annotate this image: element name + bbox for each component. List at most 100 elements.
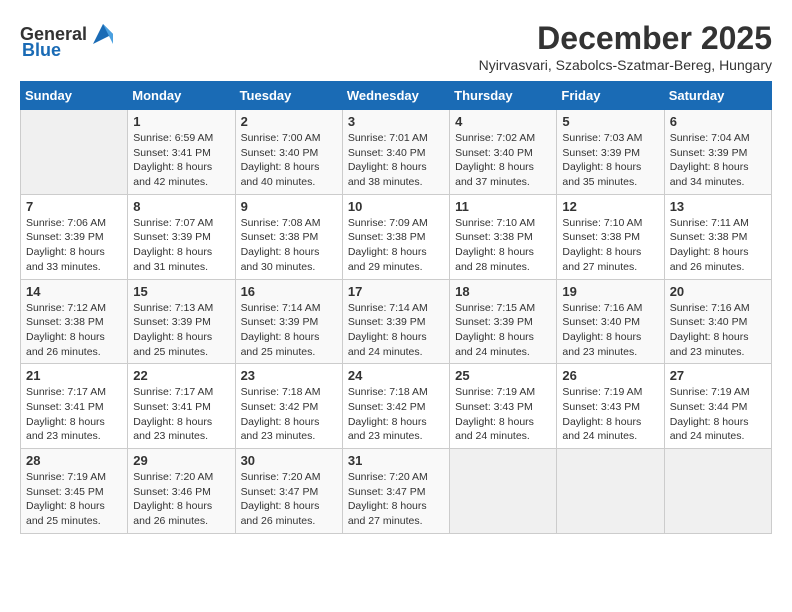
cell-content: Sunrise: 7:17 AM Sunset: 3:41 PM Dayligh… — [26, 385, 122, 444]
calendar-cell: 18 Sunrise: 7:15 AM Sunset: 3:39 PM Dayli… — [450, 279, 557, 364]
cell-content: Sunrise: 6:59 AM Sunset: 3:41 PM Dayligh… — [133, 131, 229, 190]
day-number: 21 — [26, 368, 122, 383]
cell-content: Sunrise: 7:01 AM Sunset: 3:40 PM Dayligh… — [348, 131, 444, 190]
day-number: 11 — [455, 199, 551, 214]
calendar-cell: 14 Sunrise: 7:12 AM Sunset: 3:38 PM Dayli… — [21, 279, 128, 364]
day-number: 31 — [348, 453, 444, 468]
cell-content: Sunrise: 7:04 AM Sunset: 3:39 PM Dayligh… — [670, 131, 766, 190]
calendar-cell: 10 Sunrise: 7:09 AM Sunset: 3:38 PM Dayli… — [342, 194, 449, 279]
cell-content: Sunrise: 7:10 AM Sunset: 3:38 PM Dayligh… — [455, 216, 551, 275]
day-number: 6 — [670, 114, 766, 129]
day-number: 5 — [562, 114, 658, 129]
day-header-tuesday: Tuesday — [235, 82, 342, 110]
calendar-header-row: SundayMondayTuesdayWednesdayThursdayFrid… — [21, 82, 772, 110]
day-number: 1 — [133, 114, 229, 129]
cell-content: Sunrise: 7:20 AM Sunset: 3:46 PM Dayligh… — [133, 470, 229, 529]
calendar-cell: 2Sunrise: 7:00 AM Sunset: 3:40 PM Daylig… — [235, 110, 342, 195]
calendar-cell: 31 Sunrise: 7:20 AM Sunset: 3:47 PM Dayli… — [342, 449, 449, 534]
cell-content: Sunrise: 7:06 AM Sunset: 3:39 PM Dayligh… — [26, 216, 122, 275]
cell-content: Sunrise: 7:11 AM Sunset: 3:38 PM Dayligh… — [670, 216, 766, 275]
day-number: 20 — [670, 284, 766, 299]
day-number: 13 — [670, 199, 766, 214]
calendar-cell: 12Sunrise: 7:10 AM Sunset: 3:38 PM Dayli… — [557, 194, 664, 279]
calendar-cell: 29 Sunrise: 7:20 AM Sunset: 3:46 PM Dayli… — [128, 449, 235, 534]
week-row-5: 28 Sunrise: 7:19 AM Sunset: 3:45 PM Dayli… — [21, 449, 772, 534]
calendar-cell: 21 Sunrise: 7:17 AM Sunset: 3:41 PM Dayli… — [21, 364, 128, 449]
day-number: 28 — [26, 453, 122, 468]
day-header-thursday: Thursday — [450, 82, 557, 110]
week-row-4: 21 Sunrise: 7:17 AM Sunset: 3:41 PM Dayli… — [21, 364, 772, 449]
cell-content: Sunrise: 7:03 AM Sunset: 3:39 PM Dayligh… — [562, 131, 658, 190]
page-header: General Blue December 2025 Nyirvasvari, … — [20, 20, 772, 73]
cell-content: Sunrise: 7:19 AM Sunset: 3:45 PM Dayligh… — [26, 470, 122, 529]
day-number: 30 — [241, 453, 337, 468]
day-number: 17 — [348, 284, 444, 299]
calendar-cell: 15Sunrise: 7:13 AM Sunset: 3:39 PM Dayli… — [128, 279, 235, 364]
calendar-cell: 19 Sunrise: 7:16 AM Sunset: 3:40 PM Dayli… — [557, 279, 664, 364]
day-header-monday: Monday — [128, 82, 235, 110]
day-number: 4 — [455, 114, 551, 129]
calendar-cell: 23 Sunrise: 7:18 AM Sunset: 3:42 PM Dayli… — [235, 364, 342, 449]
day-number: 10 — [348, 199, 444, 214]
day-number: 18 — [455, 284, 551, 299]
day-number: 25 — [455, 368, 551, 383]
cell-content: Sunrise: 7:14 AM Sunset: 3:39 PM Dayligh… — [348, 301, 444, 360]
week-row-3: 14 Sunrise: 7:12 AM Sunset: 3:38 PM Dayli… — [21, 279, 772, 364]
calendar-cell: 8Sunrise: 7:07 AM Sunset: 3:39 PM Daylig… — [128, 194, 235, 279]
day-number: 27 — [670, 368, 766, 383]
day-header-wednesday: Wednesday — [342, 82, 449, 110]
cell-content: Sunrise: 7:20 AM Sunset: 3:47 PM Dayligh… — [348, 470, 444, 529]
location-title: Nyirvasvari, Szabolcs-Szatmar-Bereg, Hun… — [479, 57, 772, 73]
logo-icon — [89, 20, 117, 48]
calendar-cell: 1 Sunrise: 6:59 AM Sunset: 3:41 PM Daylig… — [128, 110, 235, 195]
day-number: 19 — [562, 284, 658, 299]
calendar-cell: 5 Sunrise: 7:03 AM Sunset: 3:39 PM Daylig… — [557, 110, 664, 195]
day-number: 14 — [26, 284, 122, 299]
calendar-cell: 16Sunrise: 7:14 AM Sunset: 3:39 PM Dayli… — [235, 279, 342, 364]
cell-content: Sunrise: 7:02 AM Sunset: 3:40 PM Dayligh… — [455, 131, 551, 190]
day-number: 24 — [348, 368, 444, 383]
day-number: 7 — [26, 199, 122, 214]
cell-content: Sunrise: 7:12 AM Sunset: 3:38 PM Dayligh… — [26, 301, 122, 360]
day-number: 3 — [348, 114, 444, 129]
day-number: 29 — [133, 453, 229, 468]
cell-content: Sunrise: 7:15 AM Sunset: 3:39 PM Dayligh… — [455, 301, 551, 360]
calendar-cell — [557, 449, 664, 534]
cell-content: Sunrise: 7:19 AM Sunset: 3:43 PM Dayligh… — [562, 385, 658, 444]
calendar-cell: 28 Sunrise: 7:19 AM Sunset: 3:45 PM Dayli… — [21, 449, 128, 534]
day-number: 23 — [241, 368, 337, 383]
calendar-cell — [450, 449, 557, 534]
cell-content: Sunrise: 7:13 AM Sunset: 3:39 PM Dayligh… — [133, 301, 229, 360]
cell-content: Sunrise: 7:19 AM Sunset: 3:44 PM Dayligh… — [670, 385, 766, 444]
cell-content: Sunrise: 7:18 AM Sunset: 3:42 PM Dayligh… — [348, 385, 444, 444]
cell-content: Sunrise: 7:09 AM Sunset: 3:38 PM Dayligh… — [348, 216, 444, 275]
day-number: 8 — [133, 199, 229, 214]
calendar-cell: 17 Sunrise: 7:14 AM Sunset: 3:39 PM Dayli… — [342, 279, 449, 364]
cell-content: Sunrise: 7:08 AM Sunset: 3:38 PM Dayligh… — [241, 216, 337, 275]
calendar-cell — [664, 449, 771, 534]
day-header-sunday: Sunday — [21, 82, 128, 110]
day-number: 16 — [241, 284, 337, 299]
calendar-table: SundayMondayTuesdayWednesdayThursdayFrid… — [20, 81, 772, 534]
calendar-cell: 22 Sunrise: 7:17 AM Sunset: 3:41 PM Dayli… — [128, 364, 235, 449]
week-row-2: 7 Sunrise: 7:06 AM Sunset: 3:39 PM Daylig… — [21, 194, 772, 279]
title-section: December 2025 Nyirvasvari, Szabolcs-Szat… — [479, 20, 772, 73]
cell-content: Sunrise: 7:18 AM Sunset: 3:42 PM Dayligh… — [241, 385, 337, 444]
calendar-cell: 3 Sunrise: 7:01 AM Sunset: 3:40 PM Daylig… — [342, 110, 449, 195]
day-number: 9 — [241, 199, 337, 214]
logo: General Blue — [20, 20, 117, 61]
calendar-cell: 6 Sunrise: 7:04 AM Sunset: 3:39 PM Daylig… — [664, 110, 771, 195]
calendar-cell: 26 Sunrise: 7:19 AM Sunset: 3:43 PM Dayli… — [557, 364, 664, 449]
calendar-cell: 9 Sunrise: 7:08 AM Sunset: 3:38 PM Daylig… — [235, 194, 342, 279]
day-number: 26 — [562, 368, 658, 383]
day-header-friday: Friday — [557, 82, 664, 110]
cell-content: Sunrise: 7:00 AM Sunset: 3:40 PM Dayligh… — [241, 131, 337, 190]
calendar-cell — [21, 110, 128, 195]
day-header-saturday: Saturday — [664, 82, 771, 110]
day-number: 22 — [133, 368, 229, 383]
calendar-cell: 24 Sunrise: 7:18 AM Sunset: 3:42 PM Dayli… — [342, 364, 449, 449]
cell-content: Sunrise: 7:16 AM Sunset: 3:40 PM Dayligh… — [562, 301, 658, 360]
cell-content: Sunrise: 7:17 AM Sunset: 3:41 PM Dayligh… — [133, 385, 229, 444]
calendar-cell: 30Sunrise: 7:20 AM Sunset: 3:47 PM Dayli… — [235, 449, 342, 534]
cell-content: Sunrise: 7:10 AM Sunset: 3:38 PM Dayligh… — [562, 216, 658, 275]
